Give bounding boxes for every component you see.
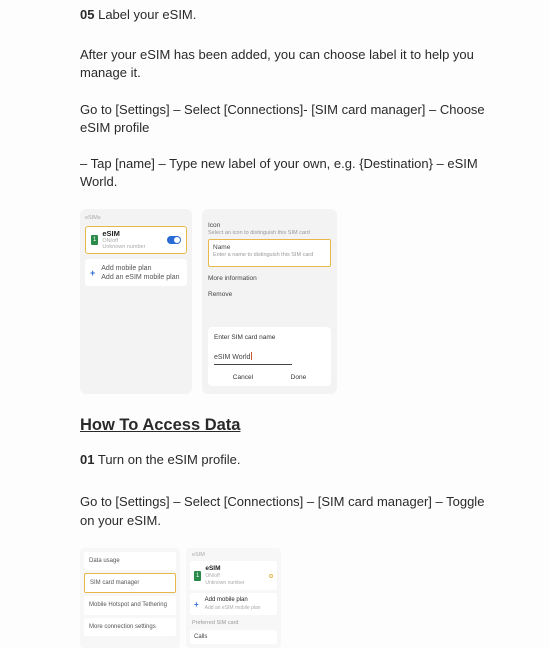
settings-row: More connection settings <box>84 618 176 636</box>
plus-icon: + <box>194 599 199 610</box>
remove-row: Remove <box>208 290 331 299</box>
name-input: eSIM World <box>214 352 292 365</box>
step-number: 01 <box>80 452 94 467</box>
calls-row: Calls <box>190 630 277 644</box>
step-number: 05 <box>80 7 94 22</box>
add-plan-row: + Add mobile plan Add an eSIM mobile pla… <box>190 593 277 614</box>
section-label: eSIM <box>190 552 277 560</box>
step-title: Turn on the eSIM profile. <box>98 452 241 467</box>
sim-manager-row-highlighted: SIM card manager <box>84 573 176 593</box>
sim-manager-panel: eSIM 1 eSIM ON/off Unknown number + Add … <box>186 548 281 648</box>
paragraph: Go to [Settings] – Select [Connections]-… <box>80 101 489 137</box>
esim-label: eSIM ON/off Unknown number <box>102 230 167 250</box>
plus-icon: + <box>90 267 95 280</box>
step-title: Label your eSIM. <box>98 7 196 22</box>
settings-row: Data usage <box>84 552 176 570</box>
esim-row: 1 eSIM ON/off Unknown number <box>190 561 277 590</box>
name-field-highlighted: Name Enter a name to distinguish this SI… <box>208 239 331 267</box>
cancel-button: Cancel <box>233 373 253 382</box>
icon-heading: Icon <box>208 221 331 230</box>
paragraph: – Tap [name] – Type new label of your ow… <box>80 155 489 191</box>
icon-sub: Select an icon to distinguish this SIM c… <box>208 230 331 238</box>
add-label: Add mobile plan Add an eSIM mobile plan <box>101 264 179 284</box>
settings-row: Mobile Hotspot and Tethering <box>84 596 176 614</box>
toggle-on-icon <box>167 236 181 244</box>
done-button: Done <box>291 373 307 382</box>
sim-tag: 1 <box>194 571 201 581</box>
screenshot-1: eSIMs 1 eSIM ON/off Unknown number + Add… <box>80 209 489 394</box>
paragraph: After your eSIM has been added, you can … <box>80 46 489 82</box>
dialog-title: Enter SIM card name <box>214 333 325 342</box>
phone-panel-right: Icon Select an icon to distinguish this … <box>202 209 337 394</box>
settings-panel: Data usage SIM card manager Mobile Hotsp… <box>80 548 180 648</box>
sim-tag: 1 <box>91 235 98 245</box>
esim-row-highlighted: 1 eSIM ON/off Unknown number <box>85 226 187 254</box>
step-01: 01 Turn on the eSIM profile. <box>80 451 489 469</box>
section-heading: How To Access Data <box>80 414 489 437</box>
screenshot-2: Data usage SIM card manager Mobile Hotsp… <box>80 548 489 648</box>
paragraph: Go to [Settings] – Select [Connections] … <box>80 493 489 529</box>
step-05: 05 Label your eSIM. <box>80 6 489 24</box>
esim-label: eSIM ON/off Unknown number <box>205 564 269 587</box>
dialog-buttons: Cancel Done <box>214 373 325 382</box>
more-info-row: More information <box>208 274 331 283</box>
add-plan-row: + Add mobile plan Add an eSIM mobile pla… <box>85 259 187 287</box>
phone-panel-left: eSIMs 1 eSIM ON/off Unknown number + Add… <box>80 209 192 394</box>
enter-name-dialog: Enter SIM card name eSIM World Cancel Do… <box>208 327 331 386</box>
toggle-highlighted <box>269 574 273 578</box>
section-label: Preferred SIM card <box>190 620 277 628</box>
section-label: eSIMs <box>85 215 187 223</box>
add-label: Add mobile plan Add an eSIM mobile plan <box>205 596 261 611</box>
